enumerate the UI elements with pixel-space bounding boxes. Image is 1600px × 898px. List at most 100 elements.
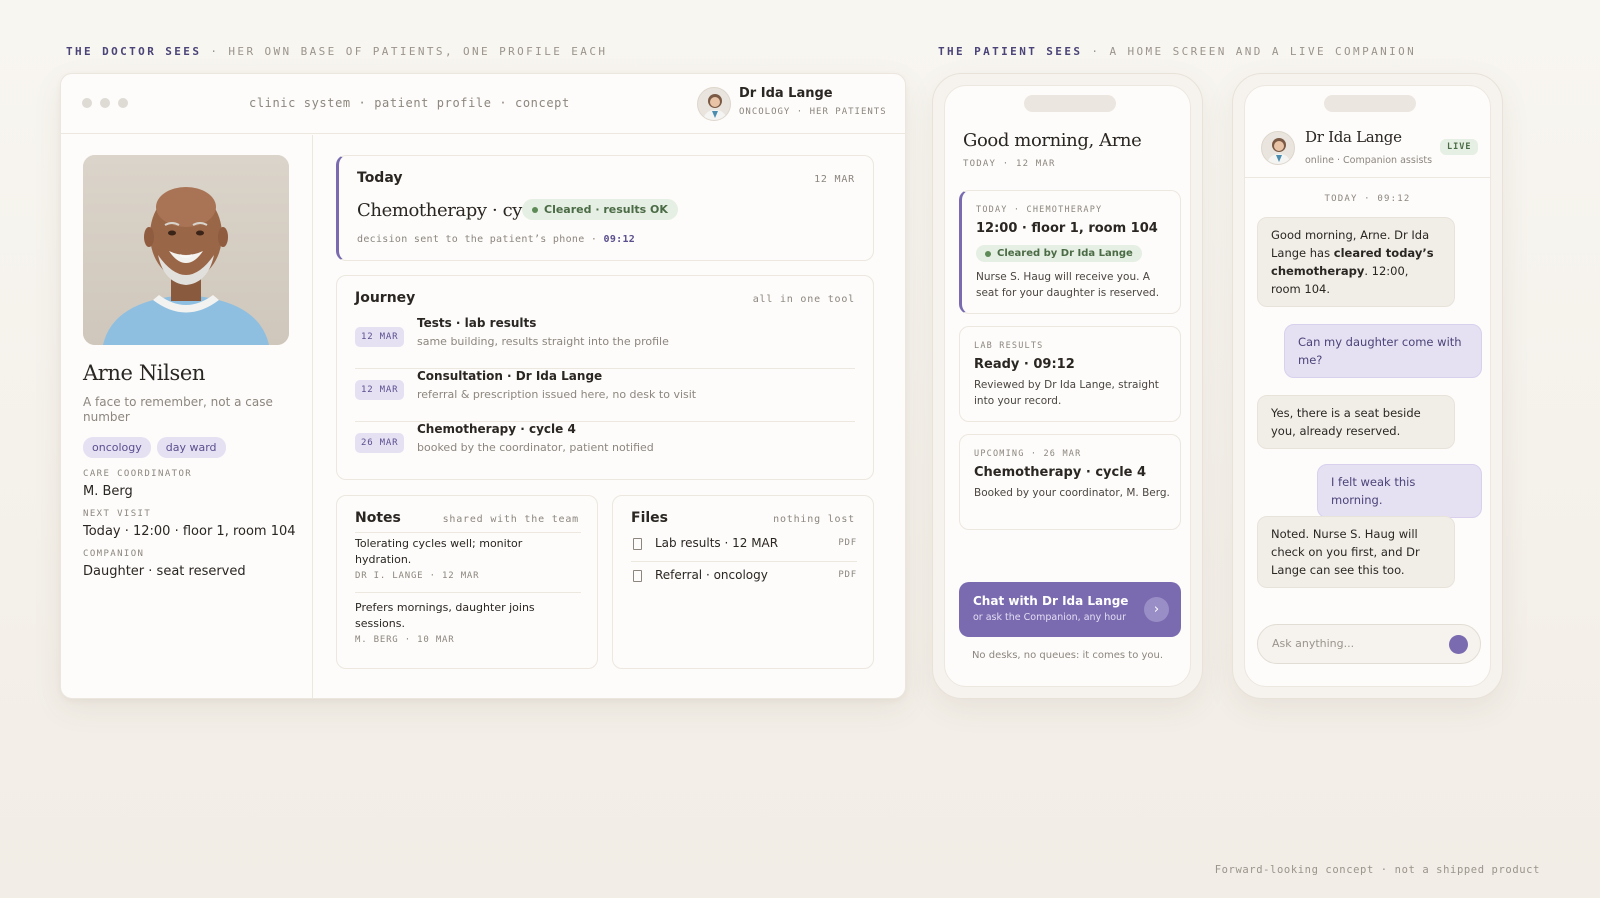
files-card: Files nothing lost Lab results · 12 MAR … (612, 495, 874, 669)
doctor-subtitle: ONCOLOGY · HER PATIENTS (739, 107, 887, 117)
note-item[interactable]: Tolerating cycles well; monitor hydratio… (355, 536, 581, 581)
message-incoming: Good morning, Arne. Dr Ida Lange has cle… (1257, 217, 1455, 307)
doctor-name: Dr Ida Lange (739, 86, 833, 101)
card-label: LAB RESULTS (974, 341, 1044, 351)
journey-item[interactable]: 12 MAR Tests · lab results same building… (355, 316, 855, 369)
chip-day-ward[interactable]: day ward (156, 437, 226, 458)
file-row[interactable]: Referral · oncology PDF (631, 568, 857, 594)
patient-tagline: A face to remember, not a case number (83, 395, 273, 424)
file-icon (633, 570, 642, 582)
chat-date: TODAY · 09:12 (1324, 194, 1411, 204)
journey-item-title: Chemotherapy · cycle 4 (417, 422, 576, 436)
clinic-window: clinic system · patient profile · concep… (60, 73, 906, 699)
live-badge: LIVE (1440, 139, 1479, 155)
message-outgoing: Can my daughter come with me? (1284, 324, 1482, 378)
today-date: 12 MAR (814, 174, 855, 185)
journey-item[interactable]: 12 MAR Consultation · Dr Ida Lange refer… (355, 369, 855, 422)
doctor-section-label: THE DOCTOR SEES · HER OWN BASE OF PATIEN… (66, 45, 608, 58)
chat-header: Dr Ida Lange online · Companion assists … (1245, 86, 1490, 178)
today-card[interactable]: Today 12 MAR Chemotherapy · cycle 3 Clea… (336, 155, 874, 261)
note-text: Prefers mornings, daughter joins session… (355, 601, 535, 630)
status-dot-icon (532, 206, 538, 213)
journey-item[interactable]: 26 MAR Chemotherapy · cycle 4 booked by … (355, 422, 855, 475)
file-row[interactable]: Lab results · 12 MAR PDF (631, 536, 857, 562)
close-dot[interactable] (82, 98, 92, 108)
card-label: TODAY · CHEMOTHERAPY (976, 205, 1103, 215)
minimize-dot[interactable] (100, 98, 110, 108)
lab-results-card[interactable]: LAB RESULTS Ready · 09:12 Reviewed by Dr… (959, 326, 1181, 422)
cleared-badge-label: Cleared by Dr Ida Lange (997, 248, 1133, 259)
journey-item-sub: referral & prescription issued here, no … (417, 388, 697, 401)
chat-status: online · Companion assists (1305, 155, 1433, 166)
chat-screen: Dr Ida Lange online · Companion assists … (1244, 85, 1491, 687)
patient-name: Arne Nilsen (83, 361, 205, 385)
card-title: Chemotherapy · cycle 4 (974, 465, 1147, 480)
home-screen: Good morning, Arne TODAY · 12 MAR TODAY … (944, 85, 1191, 687)
patient-section-label: THE PATIENT SEES · A HOME SCREEN AND A L… (938, 45, 1417, 58)
card-title: 12:00 · floor 1, room 104 (976, 221, 1158, 236)
ask-input[interactable]: Ask anything... (1257, 624, 1481, 664)
note-author: DR I. LANGE · 12 MAR (355, 571, 480, 581)
card-text: Reviewed by Dr Ida Lange, straight into … (974, 379, 1159, 407)
chat-doctor-name: Dr Ida Lange (1305, 128, 1402, 146)
today-title: Today (357, 170, 403, 186)
upcoming-card[interactable]: UPCOMING · 26 MAR Chemotherapy · cycle 4… (959, 434, 1181, 530)
footer-note: Forward-looking concept · not a shipped … (1214, 864, 1540, 876)
patient-chips: oncology day ward (83, 437, 226, 458)
doctor-avatar[interactable] (697, 87, 731, 121)
file-name: Lab results · 12 MAR (655, 536, 779, 550)
home-date: TODAY · 12 MAR (963, 159, 1056, 169)
companion-label: COMPANION (83, 549, 145, 559)
today-chemo-card[interactable]: TODAY · CHEMOTHERAPY 12:00 · floor 1, ro… (959, 190, 1181, 314)
file-name: Referral · oncology (655, 568, 768, 582)
home-footnote: No desks, no queues: it comes to you. (971, 650, 1164, 661)
phone-home: Good morning, Arne TODAY · 12 MAR TODAY … (932, 73, 1203, 699)
cleared-badge: Cleared · results OK (522, 199, 678, 220)
files-caption: nothing lost (773, 514, 855, 525)
journey-date: 12 MAR (355, 327, 405, 347)
doctor-avatar[interactable] (1261, 131, 1295, 165)
cta-subtitle: or ask the Companion, any hour (973, 612, 1126, 623)
cleared-badge-label: Cleared · results OK (544, 203, 668, 216)
journey-item-sub: booked by the coordinator, patient notif… (417, 441, 654, 454)
file-type: PDF (838, 570, 857, 580)
files-title: Files (631, 510, 668, 526)
chip-oncology[interactable]: oncology (83, 437, 151, 458)
cleared-badge: Cleared by Dr Ida Lange (976, 245, 1142, 262)
journey-item-title: Tests · lab results (417, 316, 537, 330)
chevron-right-icon: › (1144, 597, 1169, 622)
card-text: Nurse S. Haug will receive you. A seat f… (976, 271, 1160, 299)
maximize-dot[interactable] (118, 98, 128, 108)
note-item[interactable]: Prefers mornings, daughter joins session… (355, 600, 581, 645)
note-text: Tolerating cycles well; monitor hydratio… (355, 537, 523, 566)
patient-sidebar: Arne Nilsen A face to remember, not a ca… (61, 135, 313, 698)
home-greeting: Good morning, Arne (963, 130, 1142, 151)
journey-date: 12 MAR (355, 380, 405, 400)
window-title: clinic system · patient profile · concep… (249, 96, 570, 110)
care-coordinator-label: CARE COORDINATOR (83, 469, 193, 479)
notes-card: Notes shared with the team Tolerating cy… (336, 495, 598, 669)
file-type: PDF (838, 538, 857, 548)
message-incoming: Noted. Nurse S. Haug will check on you f… (1257, 516, 1455, 588)
journey-caption: all in one tool (752, 294, 855, 305)
status-dot-icon (985, 250, 991, 257)
message-outgoing: I felt weak this morning. (1317, 464, 1482, 518)
journey-item-title: Consultation · Dr Ida Lange (417, 369, 603, 383)
card-text: Booked by your coordinator, M. Berg. (974, 487, 1170, 499)
note-author: M. BERG · 10 MAR (355, 635, 455, 645)
phone-chat: Dr Ida Lange online · Companion assists … (1232, 73, 1503, 699)
card-title: Ready · 09:12 (974, 357, 1075, 372)
window-controls (82, 98, 128, 108)
care-coordinator-value: M. Berg (83, 484, 133, 499)
phone-notch (1024, 95, 1116, 112)
divider (355, 592, 581, 593)
ask-placeholder: Ask anything... (1272, 637, 1355, 650)
window-titlebar: clinic system · patient profile · concep… (61, 74, 905, 134)
send-icon[interactable] (1449, 635, 1468, 654)
next-visit-value: Today · 12:00 · floor 1, room 104 (83, 524, 296, 539)
chat-doctor-button[interactable]: Chat with Dr Ida Lange or ask the Compan… (959, 582, 1181, 637)
card-label: UPCOMING · 26 MAR (974, 449, 1082, 459)
journey-card: Journey all in one tool 12 MAR Tests · l… (336, 275, 874, 480)
message-incoming: Yes, there is a seat beside you, already… (1257, 395, 1455, 449)
patient-photo (83, 155, 289, 345)
